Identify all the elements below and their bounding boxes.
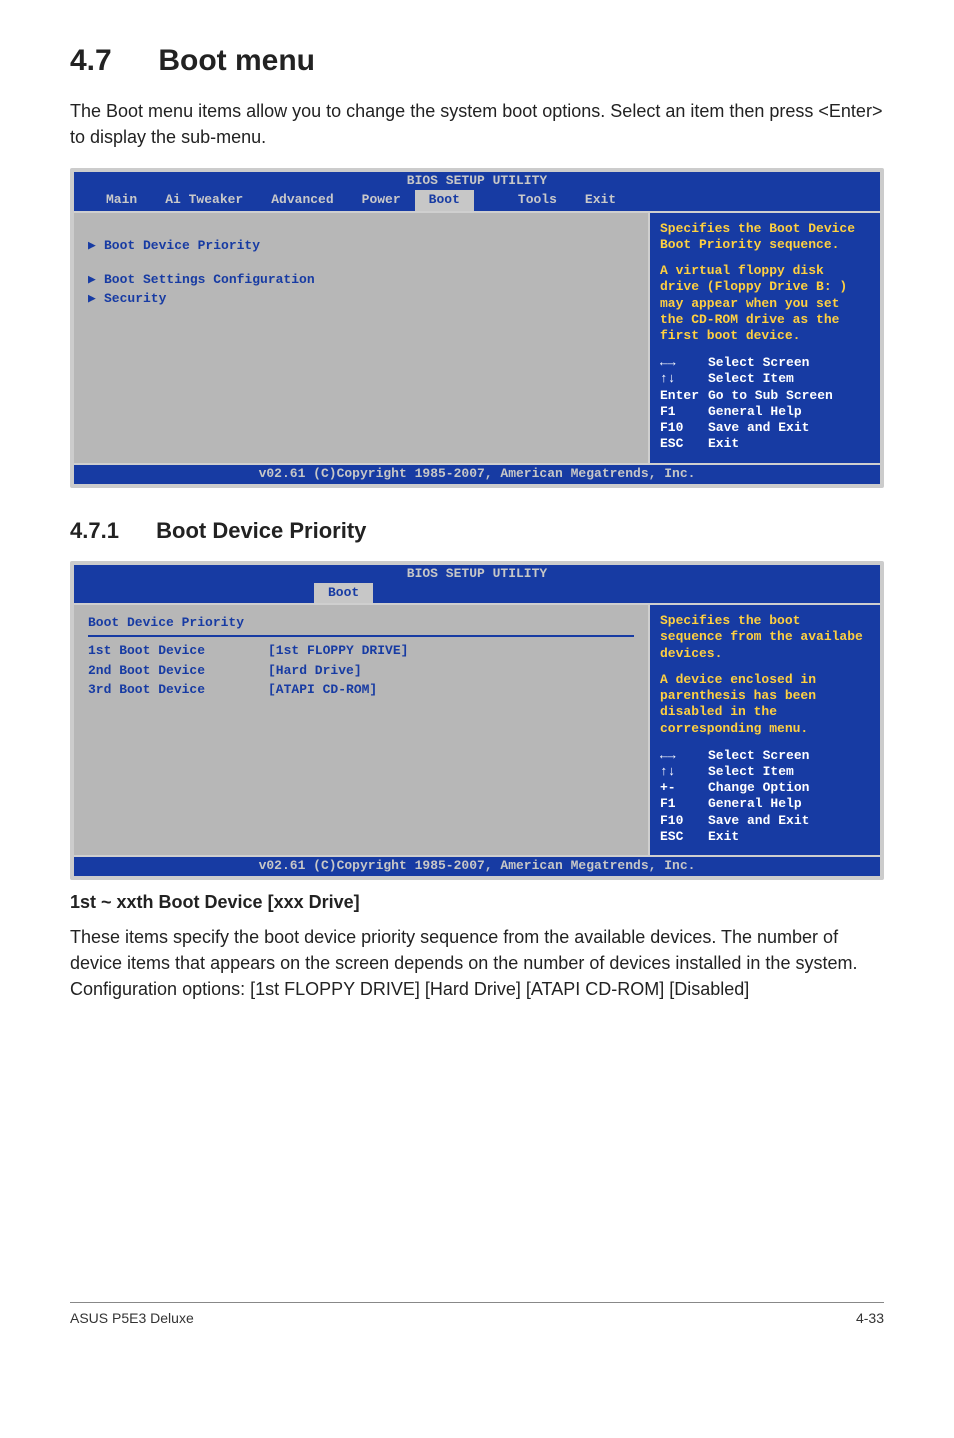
bios-item-label: Boot Device Priority [104,238,260,254]
bios-item-label: Security [104,291,166,307]
bios-item-label: Boot Settings Configuration [104,272,315,288]
paragraph-body: These items specify the boot device prio… [70,924,884,1002]
nav-key: ↑↓ [660,764,708,780]
bios-left-pane: ▶ Boot Device Priority ▶ Boot Settings C… [74,213,650,463]
nav-label: Select Screen [708,355,809,371]
bios-tab-power[interactable]: Power [348,190,415,210]
footer-product-name: ASUS P5E3 Deluxe [70,1309,194,1329]
nav-key: ↑↓ [660,371,708,387]
bios-item-value: [Hard Drive] [268,663,362,679]
nav-label: General Help [708,404,802,420]
nav-label: Change Option [708,780,809,796]
section-number: 4.7 [70,40,150,82]
bios-item-boot-device-priority[interactable]: ▶ Boot Device Priority [88,238,634,254]
bios-item-label: 1st Boot Device [88,643,268,659]
nav-label: Exit [708,829,739,845]
bios-copyright-footer: v02.61 (C)Copyright 1985-2007, American … [74,463,880,484]
bios-right-pane: Specifies the Boot Device Boot Priority … [650,213,880,463]
intro-paragraph: The Boot menu items allow you to change … [70,98,884,150]
nav-label: Save and Exit [708,813,809,829]
bios-help-text-2: A virtual floppy disk drive (Floppy Driv… [660,263,870,344]
bios-tab-ai-tweaker[interactable]: Ai Tweaker [151,190,257,210]
bios-right-pane: Specifies the boot sequence from the ava… [650,605,880,855]
paragraph-title: 1st ~ xxth Boot Device [xxx Drive] [70,890,884,915]
bios-nav-legend: ←→Select Screen ↑↓Select Item EnterGo to… [660,355,870,453]
bios-tab-exit[interactable]: Exit [571,190,630,210]
nav-key: ←→ [660,748,708,764]
bios-item-3rd-boot-device[interactable]: 3rd Boot Device [ATAPI CD-ROM] [88,682,634,698]
nav-label: Select Item [708,764,794,780]
bios-item-value: [1st FLOPPY DRIVE] [268,643,408,659]
nav-label: Go to Sub Screen [708,388,833,404]
bios-item-2nd-boot-device[interactable]: 2nd Boot Device [Hard Drive] [88,663,634,679]
subsection-number: 4.7.1 [70,516,150,547]
bios-tab-boot[interactable]: Boot [415,190,474,210]
nav-key: ←→ [660,355,708,371]
bios-item-boot-settings-configuration[interactable]: ▶ Boot Settings Configuration [88,272,634,288]
subsection-heading: 4.7.1 Boot Device Priority [70,516,884,547]
bios-title: BIOS SETUP UTILITY [74,565,880,583]
bios-tab-boot[interactable]: Boot [314,583,373,603]
submenu-arrow-icon: ▶ [88,291,104,307]
bios-copyright-footer: v02.61 (C)Copyright 1985-2007, American … [74,855,880,876]
bios-tab-tools[interactable]: Tools [504,190,571,210]
bios-nav-legend: ←→Select Screen ↑↓Select Item +-Change O… [660,748,870,846]
bios-tab-bar: Main Ai Tweaker Advanced Power Boot Tool… [74,190,880,210]
bios-help-text-1: Specifies the Boot Device Boot Priority … [660,221,870,254]
bios-help-text-2: A device enclosed in parenthesis has bee… [660,672,870,737]
bios-help-text-1: Specifies the boot sequence from the ava… [660,613,870,662]
footer-page-number: 4-33 [856,1309,884,1329]
bios-tab-main[interactable]: Main [92,190,151,210]
bios-title: BIOS SETUP UTILITY [74,172,880,190]
bios-screenshot-boot-device-priority: BIOS SETUP UTILITY Boot Boot Device Prio… [70,561,884,881]
bios-section-header: Boot Device Priority [88,615,634,637]
bios-tab-bar: Boot [74,583,880,603]
bios-item-value: [ATAPI CD-ROM] [268,682,377,698]
nav-key: +- [660,780,708,796]
nav-label: Exit [708,436,739,452]
bios-item-security[interactable]: ▶ Security [88,291,634,307]
nav-key: Enter [660,388,708,404]
nav-key: ESC [660,829,708,845]
nav-key: F10 [660,420,708,436]
nav-label: Select Item [708,371,794,387]
nav-key: ESC [660,436,708,452]
nav-label: Select Screen [708,748,809,764]
bios-tab-advanced[interactable]: Advanced [257,190,347,210]
bios-item-1st-boot-device[interactable]: 1st Boot Device [1st FLOPPY DRIVE] [88,643,634,659]
nav-label: Save and Exit [708,420,809,436]
bios-left-pane: Boot Device Priority 1st Boot Device [1s… [74,605,650,855]
bios-item-label: 3rd Boot Device [88,682,268,698]
bios-item-label: 2nd Boot Device [88,663,268,679]
subsection-title-text: Boot Device Priority [156,518,366,543]
bios-screenshot-boot-menu: BIOS SETUP UTILITY Main Ai Tweaker Advan… [70,168,884,488]
nav-label: General Help [708,796,802,812]
nav-key: F1 [660,404,708,420]
section-heading: 4.7 Boot menu [70,40,884,82]
nav-key: F1 [660,796,708,812]
section-title-text: Boot menu [158,44,315,77]
page-footer: ASUS P5E3 Deluxe 4-33 [70,1302,884,1329]
submenu-arrow-icon: ▶ [88,238,104,254]
nav-key: F10 [660,813,708,829]
submenu-arrow-icon: ▶ [88,272,104,288]
